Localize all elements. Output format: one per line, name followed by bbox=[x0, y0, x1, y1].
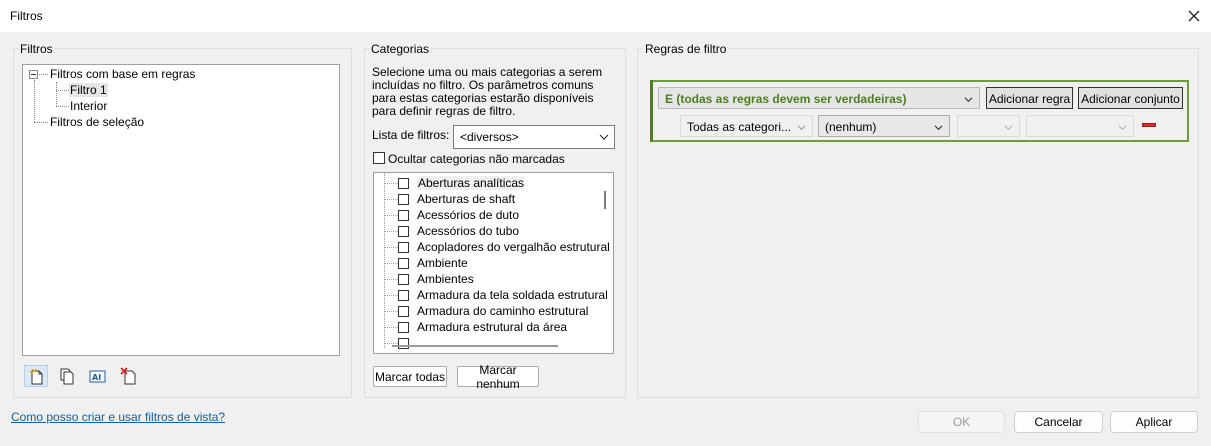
rename-icon: AI bbox=[89, 370, 106, 383]
delete-document-icon bbox=[120, 367, 136, 385]
chevron-down-icon bbox=[797, 125, 806, 131]
tree-item-label: Interior bbox=[70, 99, 108, 113]
hide-unchecked-label: Ocultar categorias não marcadas bbox=[388, 152, 565, 166]
category-label: Armadura do caminho estrutural bbox=[417, 304, 589, 318]
list-item[interactable]: Armadura do caminho estrutural bbox=[374, 303, 604, 319]
chevron-down-icon bbox=[599, 134, 609, 140]
add-set-button[interactable]: Adicionar conjunto bbox=[1078, 87, 1183, 109]
category-checkbox[interactable] bbox=[398, 226, 409, 237]
chevron-down-icon bbox=[964, 97, 973, 103]
list-item[interactable]: Acopladores do vergalhão estrutural bbox=[374, 239, 610, 255]
apply-button[interactable]: Aplicar bbox=[1110, 411, 1198, 433]
list-item[interactable]: Ambiente bbox=[374, 255, 604, 271]
rule-category-dropdown[interactable]: Todas as categori... bbox=[680, 115, 813, 137]
tree-item-filtro-1[interactable]: Filtro 1 bbox=[69, 83, 108, 97]
title-bar: Filtros bbox=[0, 0, 1211, 32]
category-checkbox[interactable] bbox=[398, 338, 409, 349]
and-condition-value: E (todas as regras devem ser verdadeiras… bbox=[665, 92, 907, 106]
delete-filter-button[interactable] bbox=[117, 365, 141, 387]
close-button[interactable] bbox=[1182, 4, 1206, 28]
list-item[interactable]: Acessórios de duto bbox=[374, 207, 604, 223]
tree-item-label: Filtro 1 bbox=[69, 83, 108, 97]
list-item[interactable]: Armadura estrutural da área bbox=[374, 319, 604, 335]
and-condition-dropdown[interactable]: E (todas as regras devem ser verdadeiras… bbox=[658, 87, 980, 109]
tree-item-interior[interactable]: Interior bbox=[70, 99, 107, 113]
remove-rule-icon[interactable] bbox=[1142, 123, 1156, 127]
tree-item-rule-based-filters[interactable]: Filtros com base em regras bbox=[50, 67, 195, 81]
categories-description: Selecione uma ou mais categorias a serem… bbox=[372, 65, 603, 118]
filters-group-title: Filtros bbox=[18, 42, 55, 56]
duplicate-icon bbox=[60, 368, 74, 385]
list-item[interactable]: Armadura da tela soldada estrutural bbox=[374, 287, 608, 303]
collapse-icon[interactable] bbox=[29, 70, 38, 79]
categories-list[interactable]: Aberturas analíticas Aberturas de shaft … bbox=[373, 172, 614, 354]
filter-list-value: <diversos> bbox=[460, 130, 519, 144]
category-checkbox[interactable] bbox=[398, 210, 409, 221]
filter-rules-group-title: Regras de filtro bbox=[643, 42, 729, 56]
category-checkbox[interactable] bbox=[398, 274, 409, 285]
category-label: Aberturas analíticas bbox=[417, 176, 526, 190]
chevron-down-icon bbox=[1118, 125, 1127, 131]
cancel-button[interactable]: Cancelar bbox=[1014, 411, 1103, 433]
rule-parameter-dropdown[interactable]: (nenhum) bbox=[818, 115, 950, 137]
rule-operator-dropdown[interactable] bbox=[957, 115, 1020, 137]
category-label: Armadura estrutural da área bbox=[417, 320, 568, 334]
category-checkbox[interactable] bbox=[398, 194, 409, 205]
category-checkbox[interactable] bbox=[398, 306, 409, 317]
category-checkbox[interactable] bbox=[398, 178, 409, 189]
category-checkbox[interactable] bbox=[398, 290, 409, 301]
ok-button[interactable]: OK bbox=[918, 411, 1005, 433]
duplicate-filter-button[interactable] bbox=[55, 365, 79, 387]
categories-group-title: Categorias bbox=[369, 42, 432, 56]
category-checkbox[interactable] bbox=[398, 258, 409, 269]
new-document-icon bbox=[29, 368, 43, 385]
category-label: Ambientes bbox=[417, 272, 474, 286]
rename-filter-button[interactable]: AI bbox=[86, 365, 110, 387]
list-item-partial[interactable] bbox=[374, 335, 604, 351]
category-label: Aberturas de shaft bbox=[417, 192, 516, 206]
filter-list-dropdown[interactable]: <diversos> bbox=[453, 125, 615, 149]
vertical-scrollbar[interactable] bbox=[604, 191, 606, 209]
list-item[interactable]: Acessórios do tubo bbox=[374, 223, 604, 239]
category-checkbox[interactable] bbox=[398, 322, 409, 333]
tree-item-selection-filters[interactable]: Filtros de seleção bbox=[50, 115, 144, 129]
horizontal-scrollbar[interactable] bbox=[392, 345, 558, 347]
category-label: Acessórios de duto bbox=[417, 208, 520, 222]
filter-list-label: Lista de filtros: bbox=[372, 128, 450, 142]
help-link[interactable]: Como posso criar e usar filtros de vista… bbox=[11, 410, 225, 424]
category-label: Armadura da tela soldada estrutural bbox=[417, 288, 608, 302]
close-icon bbox=[1188, 10, 1200, 22]
category-label: Ambiente bbox=[417, 256, 468, 270]
tree-item-label: Filtros de seleção bbox=[50, 115, 145, 129]
hide-unchecked-checkbox[interactable] bbox=[373, 152, 385, 164]
category-label: Acessórios do tubo bbox=[417, 224, 520, 238]
check-none-button[interactable]: Marcar nenhum bbox=[457, 363, 539, 391]
list-item[interactable]: Aberturas de shaft bbox=[374, 191, 604, 207]
category-label: Acopladores do vergalhão estrutural bbox=[417, 240, 610, 254]
new-filter-button[interactable] bbox=[24, 365, 48, 387]
chevron-down-icon bbox=[1004, 125, 1013, 131]
svg-text:AI: AI bbox=[92, 373, 101, 382]
tree-item-label: Filtros com base em regras bbox=[50, 67, 196, 81]
filters-tree[interactable]: Filtros com base em regras Filtro 1 Inte… bbox=[22, 64, 340, 356]
add-rule-button[interactable]: Adicionar regra bbox=[986, 87, 1073, 109]
rule-value-dropdown[interactable] bbox=[1026, 115, 1134, 137]
category-checkbox[interactable] bbox=[398, 242, 409, 253]
chevron-down-icon bbox=[934, 125, 943, 131]
list-item[interactable]: Aberturas analíticas bbox=[374, 175, 604, 191]
window-title: Filtros bbox=[10, 9, 43, 23]
list-item[interactable]: Ambientes bbox=[374, 271, 604, 287]
check-all-button[interactable]: Marcar todas bbox=[373, 366, 447, 387]
